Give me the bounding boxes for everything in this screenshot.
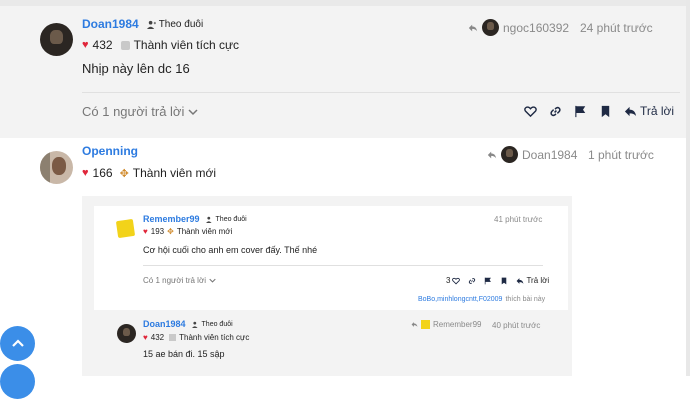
flag-icon[interactable] <box>484 277 492 285</box>
badge-icon: ✥ <box>119 167 129 180</box>
chevron-down-icon <box>188 108 198 115</box>
person-plus-icon <box>146 20 156 29</box>
divider <box>143 265 543 266</box>
username[interactable]: Doan1984 <box>143 319 186 329</box>
person-plus-icon <box>191 321 198 328</box>
reply-button[interactable]: Trả lời <box>516 276 549 285</box>
heart-icon: ♥ <box>143 333 148 342</box>
liked-by: BoBo,minhlongcntt,F02009 thích bài này <box>418 296 545 303</box>
top-divider <box>0 0 690 6</box>
avatar <box>482 19 499 36</box>
like-count: 3 <box>446 276 451 285</box>
post-actions: 3 Trả lời <box>446 276 549 285</box>
heart-icon: ♥ <box>143 227 148 236</box>
reply-to[interactable]: Remember99 <box>411 320 481 329</box>
follow-label: Theo đuôi <box>201 320 233 328</box>
person-plus-icon <box>205 216 212 223</box>
reply-label: Trả lời <box>640 104 675 118</box>
reply-arrow-icon <box>411 322 418 327</box>
divider <box>82 92 680 93</box>
link-icon[interactable] <box>549 105 562 118</box>
reply-icon <box>517 277 524 284</box>
heart-icon: ♥ <box>82 39 89 51</box>
reply-arrow-icon <box>487 151 497 158</box>
author-meta: ♥ 432 Thành viên tích cực <box>143 333 249 342</box>
avatar <box>421 320 430 329</box>
author-meta: ♥ 193 ✥ Thành viên mới <box>143 227 232 236</box>
like-count: 193 <box>150 227 165 236</box>
liked-by-suffix: thích bài này <box>505 296 546 303</box>
reply-to-username: ngoc160392 <box>503 20 570 35</box>
heart-icon[interactable] <box>524 105 537 118</box>
reply-label: Trả lời <box>526 276 550 285</box>
follow-button[interactable]: Theo đuôi <box>205 215 247 223</box>
post-body: Cơ hội cuối cho anh em cover đấy. Thế nh… <box>143 245 318 255</box>
reply-arrow-icon <box>468 24 478 31</box>
post-time[interactable]: 1 phút trước <box>588 148 654 162</box>
post-time[interactable]: 41 phút trước <box>494 215 542 224</box>
like-count: 432 <box>150 333 165 342</box>
replies-toggle[interactable]: Có 1 người trả lời <box>82 104 198 119</box>
scroll-down-button[interactable] <box>0 364 35 399</box>
username[interactable]: Doan1984 <box>82 17 139 31</box>
scrollbar[interactable] <box>686 0 690 376</box>
flag-icon[interactable] <box>574 105 587 118</box>
link-icon[interactable] <box>468 277 476 285</box>
like-button[interactable]: 3 <box>446 276 461 285</box>
like-count: 166 <box>92 166 113 180</box>
replies-toggle-label: Có 1 người trả lời <box>82 104 185 119</box>
post-time[interactable]: 40 phút trước <box>492 321 540 330</box>
reply-to[interactable]: ngoc160392 <box>468 19 569 36</box>
badge-icon <box>120 40 130 50</box>
post-body: 15 ae bán đi. 15 sập <box>143 349 225 359</box>
quote-header: Doan1984 Theo đuôi <box>143 319 233 329</box>
replies-toggle[interactable]: Có 1 người trả lời <box>143 276 216 285</box>
heart-icon: ♥ <box>82 167 89 179</box>
badge-icon: ✥ <box>167 227 174 236</box>
author-meta: ♥ 432 Thành viên tích cực <box>82 38 239 52</box>
member-badge: Thành viên tích cực <box>133 38 239 52</box>
avatar[interactable] <box>115 218 136 239</box>
member-badge: Thành viên mới <box>132 166 217 180</box>
member-badge: Thành viên tích cực <box>179 333 250 342</box>
heart-icon <box>452 277 461 284</box>
badge-icon <box>169 334 177 341</box>
follow-label: Theo đuôi <box>158 18 204 30</box>
chevron-down-icon <box>209 278 216 283</box>
liked-by-users[interactable]: BoBo,minhlongcntt,F02009 <box>418 296 502 303</box>
bookmark-icon[interactable] <box>500 277 508 285</box>
scroll-up-button[interactable] <box>0 326 35 361</box>
member-badge: Thành viên mới <box>176 227 233 236</box>
like-count: 432 <box>92 38 113 52</box>
chevron-up-icon <box>11 338 24 347</box>
replies-toggle-label: Có 1 người trả lời <box>143 276 206 285</box>
follow-button[interactable]: Theo đuôi <box>191 320 233 328</box>
reply-button[interactable]: Trả lời <box>624 104 674 118</box>
post-actions: Trả lời <box>524 104 674 118</box>
bookmark-icon[interactable] <box>599 105 612 118</box>
avatar[interactable] <box>117 324 136 343</box>
follow-label: Theo đuôi <box>215 215 247 223</box>
reply-to-username: Remember99 <box>433 320 482 329</box>
reply-to[interactable]: Doan1984 <box>487 146 577 163</box>
follow-button[interactable]: Theo đuôi <box>146 18 204 30</box>
reply-to-username: Doan1984 <box>522 147 578 162</box>
avatar[interactable] <box>40 151 73 184</box>
quote-header: Remember99 Theo đuôi <box>143 214 247 224</box>
avatar[interactable] <box>40 23 73 56</box>
username[interactable]: Remember99 <box>143 214 200 224</box>
author-meta: ♥ 166 ✥ Thành viên mới <box>82 166 216 180</box>
username[interactable]: Openning <box>82 144 138 158</box>
post-header: Doan1984 Theo đuôi <box>82 17 203 31</box>
reply-icon <box>624 106 637 116</box>
post-body: Nhịp này lên dc 16 <box>82 61 190 76</box>
post-time[interactable]: 24 phút trước <box>580 21 653 35</box>
avatar <box>501 146 518 163</box>
